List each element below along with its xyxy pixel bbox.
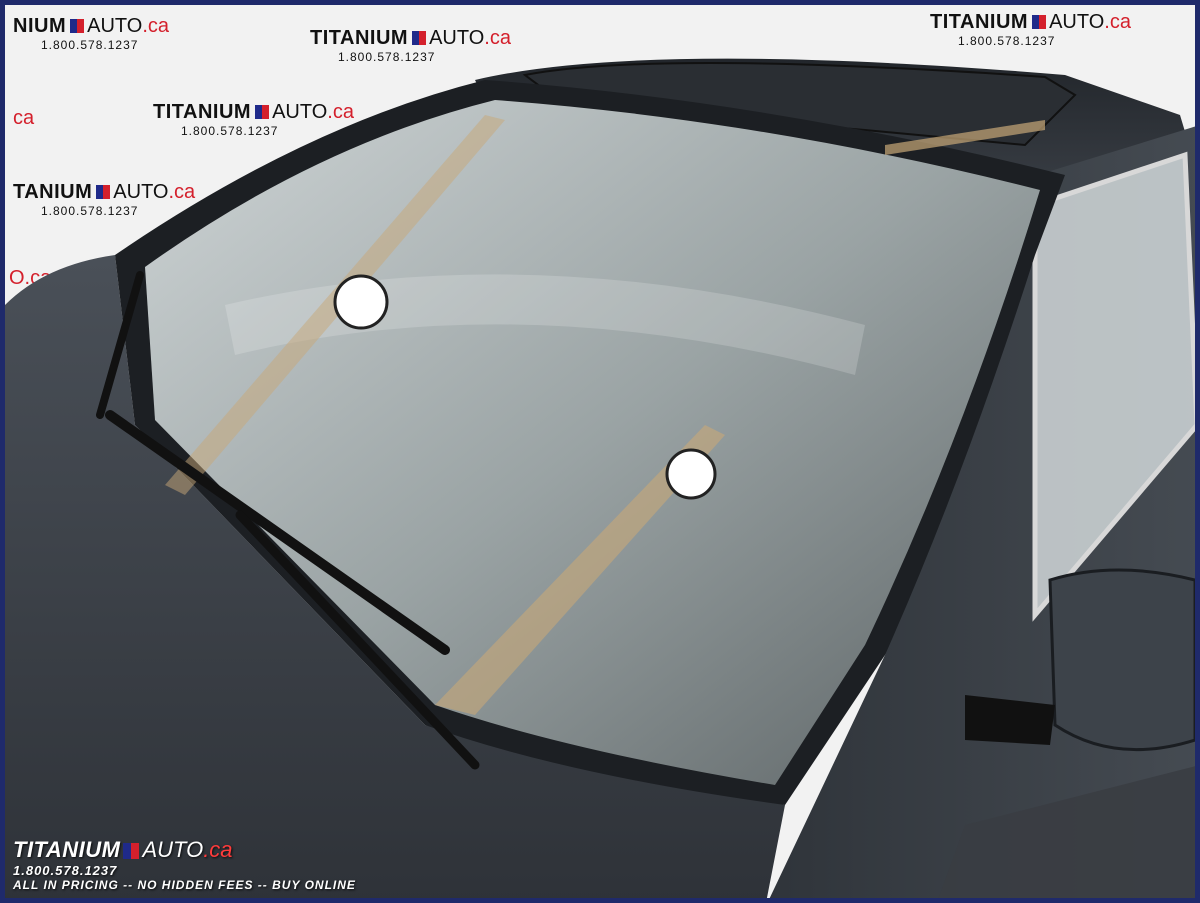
flag-icon: [123, 843, 140, 859]
ceiling-light-reflection: [333, 274, 389, 330]
car-windshield-photo: [5, 58, 1195, 898]
dealer-watermark: TITANIUM AUTO.ca 1.800.578.1237 ALL IN PR…: [13, 837, 356, 892]
ceiling-light-reflection: [665, 448, 717, 500]
photo-frame: NIUM AUTO.ca 1.800.578.1237 TITANIUM AUTO.…: [0, 0, 1200, 903]
side-mirror: [1048, 568, 1195, 752]
